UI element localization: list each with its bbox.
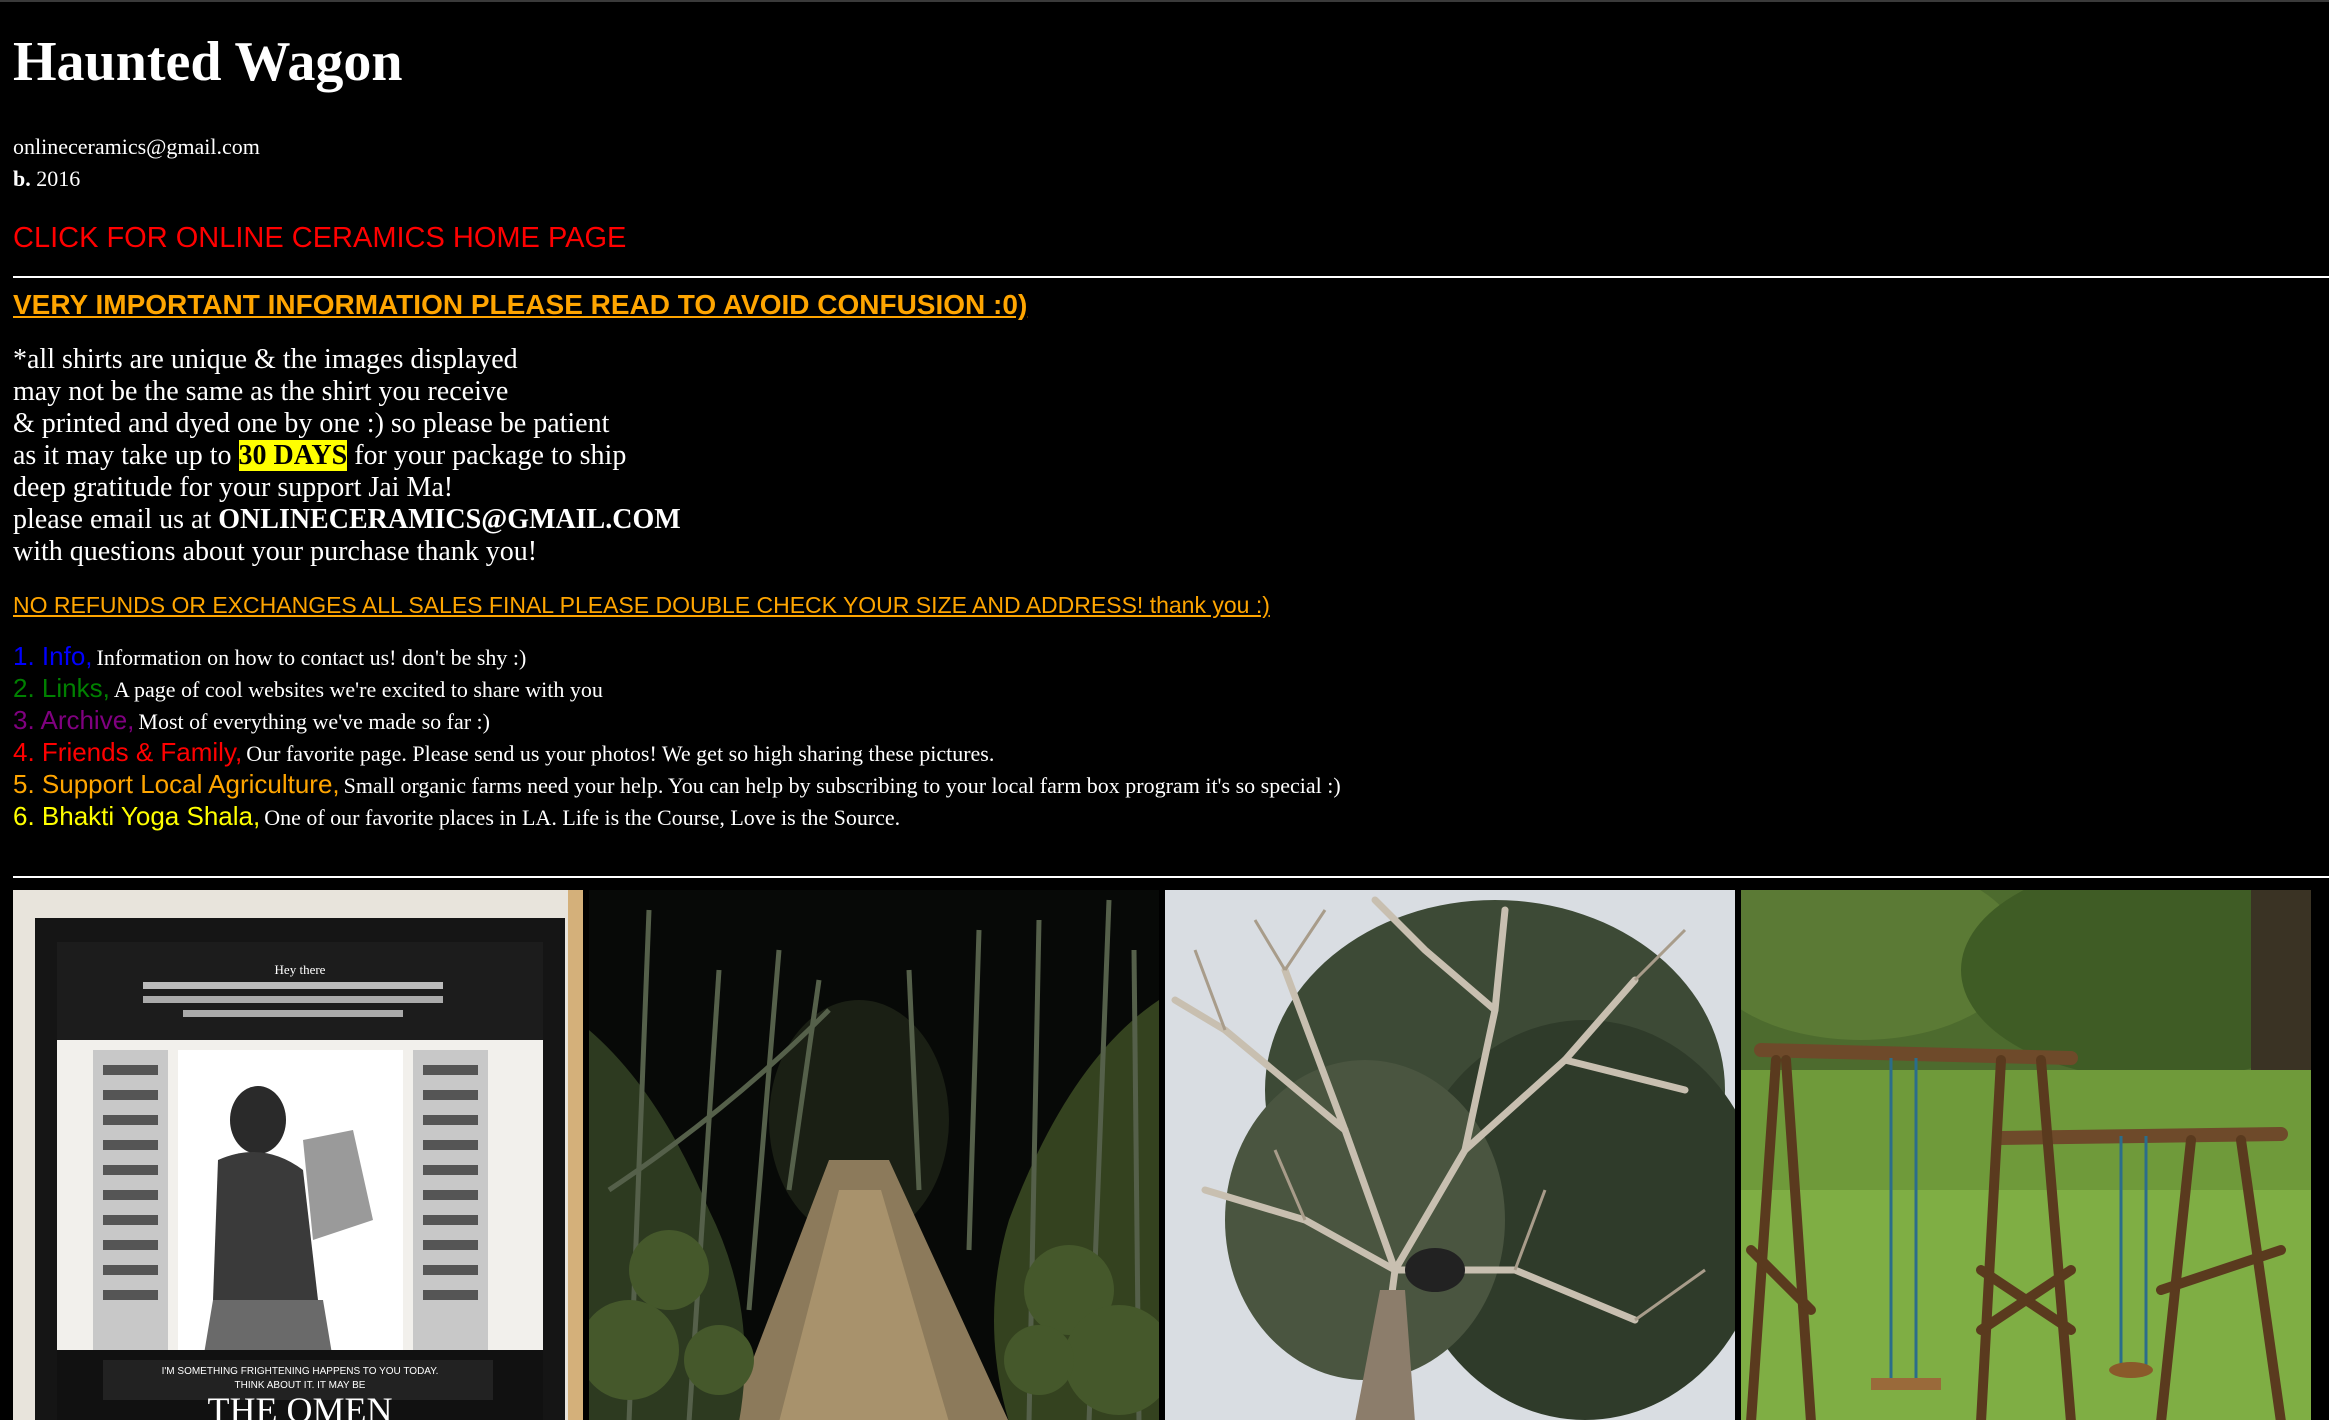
nav-list: 1. Info, Information on how to contact u… (13, 640, 1341, 832)
nav-description: Most of everything we've made so far :) (138, 709, 490, 734)
established-year: b. 2016 (13, 165, 80, 193)
nav-item-friends-family: 4. Friends & Family, Our favorite page. … (13, 736, 1341, 768)
nav-item-info: 1. Info, Information on how to contact u… (13, 640, 1341, 672)
page: Haunted Wagon onlineceramics@gmail.com b… (0, 0, 2329, 1420)
gallery-image-tree-climb[interactable] (1165, 890, 1735, 1420)
tree-climb-image (1165, 890, 1735, 1420)
notice-line: *all shirts are unique & the images disp… (13, 344, 518, 375)
notice-line: may not be the same as the shirt you rec… (13, 376, 509, 407)
nav-link-bhakti-yoga[interactable]: 6. Bhakti Yoga Shala, (13, 801, 260, 831)
painting-text-top: Hey there (275, 962, 326, 977)
nav-description: Our favorite page. Please send us your p… (246, 741, 995, 766)
nav-description: Small organic farms need your help. You … (343, 773, 1341, 798)
nav-item-support-agriculture: 5. Support Local Agriculture, Small orga… (13, 768, 1341, 800)
contact-email: onlineceramics@gmail.com (13, 134, 260, 159)
shipping-notice: *all shirts are unique & the images disp… (13, 344, 681, 568)
omen-painting-image: Hey there I'M SOMETHING FRIGHTENING HAPP… (13, 890, 583, 1420)
painting-text-mid: I'M SOMETHING FRIGHTENING HAPPENS TO YOU… (162, 1366, 439, 1377)
nav-description: A page of cool websites we're excited to… (113, 677, 603, 702)
nav-item-bhakti-yoga: 6. Bhakti Yoga Shala, One of our favorit… (13, 800, 1341, 832)
gallery-image-wooden-swing[interactable] (1741, 890, 2311, 1420)
nav-description: Information on how to contact us! don't … (96, 645, 527, 670)
shipping-days-highlight: 30 DAYS (238, 440, 348, 471)
nav-link-info[interactable]: 1. Info, (13, 641, 93, 671)
wooden-swing-image (1741, 890, 2311, 1420)
painting-title: THE OMEN (208, 1390, 393, 1420)
notice-line: with questions about your purchase thank… (13, 536, 538, 567)
notice-line: as it may take up to 30 DAYS for your pa… (13, 440, 681, 472)
divider (13, 276, 2329, 278)
nav-link-friends-family[interactable]: 4. Friends & Family, (13, 737, 242, 767)
divider (13, 876, 2329, 878)
nav-item-links: 2. Links, A page of cool websites we're … (13, 672, 1341, 704)
born-year: 2016 (36, 166, 81, 191)
notice-text: for your package to ship (347, 440, 627, 471)
notice-line: & printed and dyed one by one :) so plea… (13, 408, 610, 439)
nav-link-archive[interactable]: 3. Archive, (13, 705, 134, 735)
home-page-link[interactable]: CLICK FOR ONLINE CERAMICS HOME PAGE (13, 220, 626, 256)
notice-text: as it may take up to (13, 440, 239, 471)
gallery-image-omen-painting[interactable]: Hey there I'M SOMETHING FRIGHTENING HAPP… (13, 890, 583, 1420)
photo-gallery: Hey there I'M SOMETHING FRIGHTENING HAPP… (13, 890, 2313, 1420)
nav-item-archive: 3. Archive, Most of everything we've mad… (13, 704, 1341, 736)
support-email: ONLINECERAMICS@GMAIL.COM (218, 504, 681, 535)
nav-link-support-agriculture[interactable]: 5. Support Local Agriculture, (13, 769, 340, 799)
notice-line: deep gratitude for your support Jai Ma! (13, 472, 454, 503)
gallery-image-night-path[interactable] (589, 890, 1159, 1420)
refund-policy-link[interactable]: NO REFUNDS OR EXCHANGES ALL SALES FINAL … (13, 590, 1270, 620)
born-label: b. (13, 166, 31, 191)
notice-line: please email us at ONLINECERAMICS@GMAIL.… (13, 504, 681, 536)
notice-text: please email us at (13, 504, 219, 535)
site-title: Haunted Wagon (13, 31, 403, 93)
nav-link-links[interactable]: 2. Links, (13, 673, 110, 703)
nav-description: One of our favorite places in LA. Life i… (264, 805, 901, 830)
important-info-link[interactable]: VERY IMPORTANT INFORMATION PLEASE READ T… (13, 288, 1027, 322)
night-path-image (589, 890, 1159, 1420)
